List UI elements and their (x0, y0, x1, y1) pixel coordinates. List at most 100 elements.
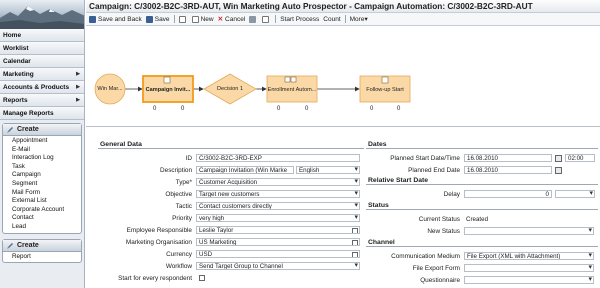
copy-button[interactable] (262, 15, 271, 23)
nav-item-marketing[interactable]: Marketing ▶ (0, 68, 84, 81)
start-respondent-checkbox[interactable] (199, 275, 205, 281)
currency-field[interactable]: USD (196, 249, 360, 259)
create-title-2: Create (17, 241, 39, 249)
create-list-2: Report (3, 252, 81, 263)
general-data-heading: General Data (98, 140, 364, 149)
new-icon-button[interactable] (178, 15, 188, 23)
tactic-row: Tactic Contact customers directly (98, 201, 360, 211)
node-count: 0 (397, 106, 401, 112)
nav-item-home[interactable]: Home (0, 29, 84, 42)
id-label: ID (185, 154, 192, 162)
create-item-segment[interactable]: Segment (12, 180, 81, 189)
chevron-right-icon: ▶ (76, 97, 80, 103)
create-item-mail-form[interactable]: Mail Form (12, 189, 81, 198)
target-icon-2 (381, 76, 389, 84)
nav-item-worklist[interactable]: Worklist (0, 42, 84, 55)
save-label: Save (154, 15, 170, 23)
create-item-appointment[interactable]: Appointment (12, 137, 81, 146)
start-process-label: Start Process (280, 15, 320, 23)
file-export-form-label: File Export Form (412, 264, 460, 272)
copy-icon (262, 15, 270, 23)
language-select[interactable]: English (296, 165, 360, 175)
new-label: New (200, 15, 214, 23)
count-button[interactable]: Count (323, 16, 340, 23)
questionnaire-label: Questionnaire (420, 276, 460, 284)
main-area: Campaign: C/3002-B2C-3RD-AUT, Win Market… (86, 0, 600, 288)
pencil-icon (7, 242, 13, 249)
nav-item-manage-reports[interactable]: Manage Reports (0, 107, 84, 120)
calendar-icon[interactable] (555, 166, 562, 174)
create-item-corporate-account[interactable]: Corporate Account (12, 206, 81, 215)
delay-unit-select[interactable] (555, 189, 595, 199)
save-button[interactable]: Save (145, 15, 170, 23)
org-field[interactable]: US Marketing (196, 237, 360, 247)
cancel-label: Cancel (225, 15, 246, 23)
nav-item-calendar[interactable]: Calendar (0, 55, 84, 68)
start-process-button[interactable]: Start Process (280, 16, 319, 23)
calendar-icon[interactable] (555, 154, 562, 162)
planned-start-time[interactable]: 02:00 (565, 153, 595, 163)
campaign-flow-diagram: Win Mar... Campaign Invit... Decision 1 … (86, 27, 600, 127)
create-item-lead[interactable]: Lead (12, 223, 81, 232)
objective-select[interactable]: Target new customers (196, 189, 360, 199)
type-row: Type* Customer Acquisition (98, 177, 360, 187)
create-panel-2-header: Create (3, 239, 81, 252)
tactic-select[interactable]: Contact customers directly (196, 201, 360, 211)
create-item-interaction-log[interactable]: Interaction Log (12, 154, 81, 163)
nav-item-label: Marketing (3, 71, 34, 78)
file-export-form-select[interactable] (464, 263, 594, 273)
node-count: 0 (277, 106, 281, 112)
left-navigation: Home Worklist Calendar Marketing ▶ Accounts &… (0, 0, 85, 288)
id-row: ID C/3002-B2C-3RD-EXP (98, 153, 360, 163)
nav-item-label: Worklist (3, 45, 29, 52)
create-item-report[interactable]: Report (12, 253, 81, 262)
page-title: Campaign: C/3002-B2C-3RD-AUT, Win Market… (86, 0, 600, 13)
communication-medium-select[interactable]: File Export (XML with Attachment) (464, 251, 594, 261)
save-icon (145, 15, 153, 23)
employee-field[interactable]: Leslie Taylor (196, 225, 360, 235)
delay-field[interactable]: 0 (464, 189, 552, 199)
planned-end-label: Planned End Date (408, 166, 460, 174)
nav-item-reports[interactable]: Reports ▶ (0, 94, 84, 107)
org-row: Marketing Organisation US Marketing (98, 237, 360, 247)
create-item-task[interactable]: Task (12, 163, 81, 172)
node-count: 0 (181, 106, 185, 112)
planned-end-date[interactable]: 16.08.2010 (464, 165, 552, 175)
nav-item-label: Reports (3, 97, 28, 104)
save-and-back-label: Save and Back (98, 15, 142, 23)
create-item-external-list[interactable]: External List (12, 197, 81, 206)
nav-item-accounts-products[interactable]: Accounts & Products ▶ (0, 81, 84, 94)
new-button[interactable]: New (191, 15, 214, 23)
create-item-contact[interactable]: Contact (12, 214, 81, 223)
cancel-icon: ✕ (217, 16, 224, 23)
new-status-select[interactable] (464, 226, 594, 236)
workflow-select[interactable]: Send Target Group to Channel (196, 261, 360, 271)
flow-node-follow-up-label: Follow-up Start (366, 87, 404, 93)
start-respondent-row: Start for every respondent (98, 273, 205, 283)
save-and-back-button[interactable]: Save and Back (89, 15, 142, 23)
priority-label: Priority (172, 214, 192, 222)
flow-node-campaign-invitation-label: Campaign Invit... (145, 87, 191, 93)
create-item-campaign[interactable]: Campaign (12, 171, 81, 180)
description-field[interactable]: Campaign Invitation (Win Marke (196, 165, 294, 175)
create-title: Create (17, 126, 39, 133)
toolbar-separator (275, 15, 277, 23)
id-field[interactable]: C/3002-B2C-3RD-EXP (196, 153, 360, 163)
more-button[interactable]: More▾ (350, 15, 368, 23)
process-icon-2 (290, 76, 297, 83)
toolbar: Save and Back Save New ✕ Cancel Start Pr… (86, 13, 600, 26)
flow-node-decision-label: Decision 1 (216, 86, 244, 92)
planned-start-date[interactable]: 16.08.2010 (464, 153, 552, 163)
type-select[interactable]: Customer Acquisition (196, 177, 360, 187)
create-item-e-mail[interactable]: E-Mail (12, 146, 81, 155)
node-count: 0 (153, 106, 157, 112)
cancel-button[interactable]: ✕ Cancel (217, 15, 246, 24)
delete-button[interactable] (249, 15, 258, 23)
priority-select[interactable]: very high (196, 213, 360, 223)
delay-label: Delay (443, 190, 460, 198)
questionnaire-select[interactable] (464, 275, 594, 285)
delay-row: Delay 0 (366, 189, 595, 199)
target-icon (163, 76, 171, 84)
description-label: Description (160, 166, 192, 174)
save-icon (89, 15, 96, 23)
